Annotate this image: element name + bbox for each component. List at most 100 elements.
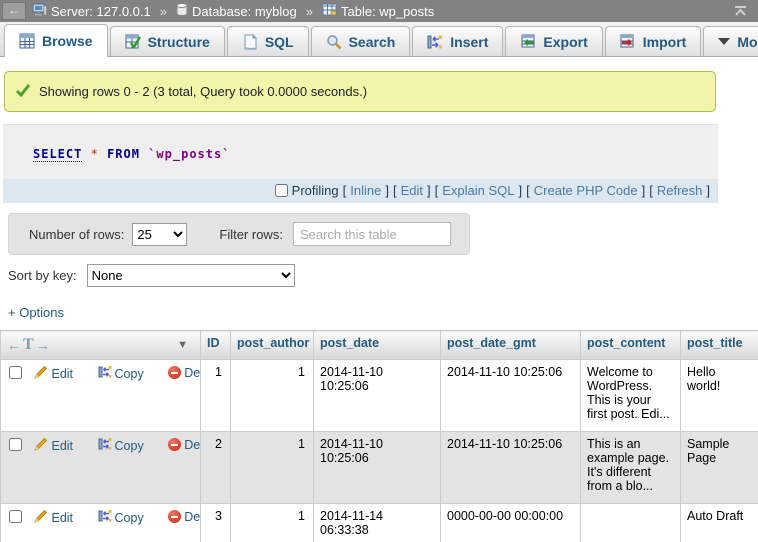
row-select-checkbox[interactable]	[9, 438, 22, 451]
structure-icon	[125, 34, 141, 50]
profiling-checkbox[interactable]	[275, 184, 288, 197]
table-row: Edit Copy Delete 2 1 2014-11-10 10:25:06…	[1, 432, 758, 504]
pencil-icon	[34, 437, 48, 454]
scroll-top-icon[interactable]	[733, 5, 748, 17]
delete-icon	[168, 438, 181, 451]
column-header-post-title[interactable]: post_title	[681, 331, 758, 360]
number-of-rows-select[interactable]: 25	[132, 223, 187, 246]
copy-row-button[interactable]: Copy	[98, 437, 156, 454]
column-header-post-date-gmt[interactable]: post_date_gmt	[441, 331, 581, 360]
delete-row-button[interactable]: Delete	[168, 438, 200, 452]
tab-insert-label: Insert	[450, 34, 488, 50]
move-right-icon[interactable]: →	[36, 337, 50, 353]
filter-rows-input[interactable]	[293, 222, 451, 246]
copy-row-button[interactable]: Copy	[98, 365, 156, 382]
table-tabs: Browse Structure SQL Search Insert	[0, 22, 758, 57]
options-toggle-link[interactable]: + Options	[8, 305, 64, 320]
sort-by-key-select[interactable]: None	[87, 264, 295, 287]
move-left-icon[interactable]: ←	[7, 337, 21, 353]
chevron-down-icon	[718, 38, 730, 45]
edit-query-link[interactable]: Edit	[401, 183, 423, 198]
server-breadcrumb-bar: ← Server: 127.0.0.1 » Database: myblog »	[0, 0, 758, 22]
search-icon	[326, 34, 342, 50]
query-status-text: Showing rows 0 - 2 (3 total, Query took …	[39, 84, 367, 99]
tab-more-label: More	[737, 34, 758, 50]
tab-search-label: Search	[349, 34, 396, 50]
table-row: Edit Copy Delete 1 1 2014-11-10 10:25:06…	[1, 360, 758, 432]
cell-post-title: Sample Page	[681, 432, 758, 504]
table-row: Edit Copy Delete 3 1 2014-11-14 06:33:38…	[1, 504, 758, 542]
breadcrumb-database-label: Database: myblog	[192, 4, 297, 19]
export-icon	[520, 34, 536, 50]
cell-post-content: Welcome to WordPress. This is your first…	[581, 360, 681, 432]
sort-order-icon[interactable]: ▼	[177, 339, 188, 351]
number-of-rows-label: Number of rows:	[29, 227, 124, 242]
cell-post-date: 2014-11-10 10:25:06	[314, 432, 441, 504]
delete-icon	[168, 510, 181, 523]
tab-search[interactable]: Search	[311, 26, 411, 56]
explain-sql-link[interactable]: Explain SQL	[442, 183, 514, 198]
query-status-message: Showing rows 0 - 2 (3 total, Query took …	[4, 71, 716, 112]
cell-post-content: This is an example page. It's different …	[581, 432, 681, 504]
tab-export[interactable]: Export	[505, 26, 602, 56]
cell-post-date: 2014-11-14 06:33:38	[314, 504, 441, 542]
copy-icon	[98, 509, 112, 526]
tab-more[interactable]: More	[703, 26, 758, 56]
cell-id: 3	[201, 504, 231, 542]
success-check-icon	[15, 83, 31, 100]
breadcrumb-server-label: Server: 127.0.0.1	[51, 4, 151, 19]
tab-sql[interactable]: SQL	[227, 26, 309, 56]
browse-icon	[19, 33, 35, 49]
copy-row-button[interactable]: Copy	[98, 509, 156, 526]
cell-post-title: Hello world!	[681, 360, 758, 432]
cell-post-date-gmt: 2014-11-10 10:25:06	[441, 360, 581, 432]
sql-icon	[242, 34, 258, 50]
breadcrumb-separator: »	[306, 4, 313, 19]
cell-post-date-gmt: 2014-11-10 10:25:06	[441, 432, 581, 504]
breadcrumb-separator: »	[160, 4, 167, 19]
delete-row-button[interactable]: Delete	[168, 510, 200, 524]
edit-row-button[interactable]: Edit	[34, 509, 85, 526]
row-select-checkbox[interactable]	[9, 366, 22, 379]
query-toolbar: Profiling [ Inline ] [ Edit ] [ Explain …	[3, 179, 718, 203]
profiling-label: Profiling	[292, 183, 339, 198]
tab-insert[interactable]: Insert	[412, 26, 503, 56]
edit-row-button[interactable]: Edit	[34, 365, 85, 382]
cell-id: 1	[201, 360, 231, 432]
breadcrumb-server[interactable]: Server: 127.0.0.1	[32, 3, 151, 20]
breadcrumb-table[interactable]: Table: wp_posts	[322, 3, 434, 19]
inline-link[interactable]: Inline	[350, 183, 381, 198]
cell-post-date: 2014-11-10 10:25:06	[314, 360, 441, 432]
tab-browse[interactable]: Browse	[4, 24, 108, 57]
sidebar-toggle-button[interactable]: ←	[2, 2, 26, 20]
actions-header: ← T → ▼	[1, 331, 201, 360]
table-icon	[322, 3, 337, 19]
tab-import-label: Import	[643, 34, 687, 50]
create-php-code-link[interactable]: Create PHP Code	[534, 183, 638, 198]
delete-row-button[interactable]: Delete	[168, 366, 200, 380]
sort-by-key-row: Sort by key: None	[8, 264, 758, 287]
copy-icon	[98, 365, 112, 382]
sql-keyword: SELECT	[33, 147, 82, 162]
transpose-icon[interactable]: T	[23, 336, 34, 354]
row-select-checkbox[interactable]	[9, 510, 22, 523]
rows-controls-bar: Number of rows: 25 Filter rows:	[8, 213, 470, 255]
delete-icon	[168, 366, 181, 379]
tab-structure[interactable]: Structure	[110, 26, 225, 56]
insert-icon	[427, 34, 443, 50]
tab-import[interactable]: Import	[605, 26, 702, 56]
refresh-link[interactable]: Refresh	[657, 183, 703, 198]
column-header-post-content[interactable]: post_content	[581, 331, 681, 360]
tab-export-label: Export	[543, 34, 587, 50]
cell-post-date-gmt: 0000-00-00 00:00:00	[441, 504, 581, 542]
column-header-id[interactable]: ID	[201, 331, 231, 360]
pencil-icon	[34, 509, 48, 526]
server-icon	[32, 3, 47, 20]
tab-browse-label: Browse	[42, 33, 93, 49]
import-icon	[620, 34, 636, 50]
breadcrumb-table-label: Table: wp_posts	[341, 4, 434, 19]
column-header-post-author[interactable]: post_author	[231, 331, 314, 360]
breadcrumb-database[interactable]: Database: myblog	[176, 3, 297, 19]
edit-row-button[interactable]: Edit	[34, 437, 85, 454]
column-header-post-date[interactable]: post_date	[314, 331, 441, 360]
